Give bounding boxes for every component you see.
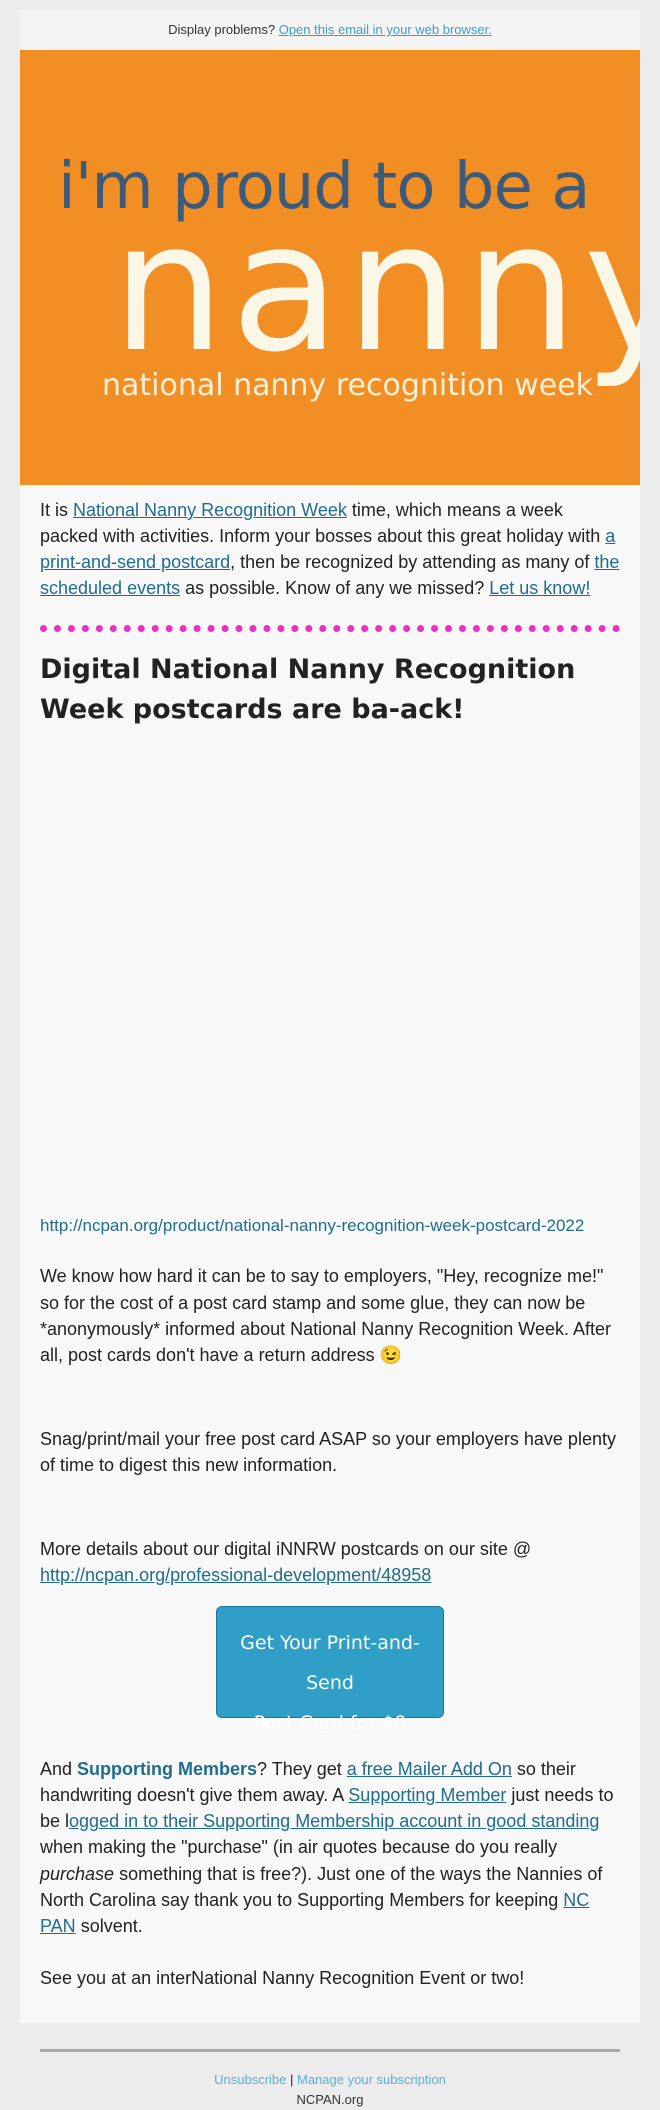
product-url-text[interactable]: http://ncpan.org/product/national-nanny-… <box>40 1214 620 1238</box>
cta-line-1: Get Your Print-and-Send <box>240 1632 420 1695</box>
sm-text-6: something that is free?). Just one of th… <box>40 1863 603 1910</box>
footer-divider <box>40 2048 620 2052</box>
cta-line-2: Post Card for $0 <box>253 1712 407 1735</box>
footer-separator: | <box>290 2071 294 2087</box>
snag-paragraph: Snag/print/mail your free post card ASAP… <box>40 1428 616 1475</box>
mailer-add-on-link[interactable]: a free Mailer Add On <box>347 1759 512 1779</box>
dotted-divider <box>40 625 620 633</box>
footer: Unsubscribe | Manage your subscription N… <box>40 2070 620 2110</box>
open-in-browser-link[interactable]: Open this email in your web browser. <box>279 22 492 37</box>
professional-development-link[interactable]: http://ncpan.org/professional-developmen… <box>40 1565 431 1585</box>
image-placeholder <box>40 729 620 1214</box>
section-heading: Digital National Nanny Recognition Week … <box>40 654 576 725</box>
anonymous-paragraph: We know how hard it can be to say to emp… <box>40 1266 611 1365</box>
more-details-text: More details about our digital iNNRW pos… <box>40 1539 532 1560</box>
display-problems-bar: Display problems? Open this email in you… <box>20 10 640 50</box>
purchase-emphasis: purchase <box>40 1863 115 1884</box>
display-problems-text: Display problems? <box>168 22 276 37</box>
hero-line-2: nanny. <box>112 184 640 391</box>
nnrw-link[interactable]: National Nanny Recognition Week <box>73 500 347 520</box>
intro-text-3: , then be recognized by attending as man… <box>230 552 595 573</box>
hero-banner-image: i'm proud to be a nanny. national nanny … <box>20 50 640 485</box>
unsubscribe-link[interactable]: Unsubscribe <box>214 2072 286 2087</box>
sm-text-7: solvent. <box>75 1915 143 1936</box>
email-body: It is National Nanny Recognition Week ti… <box>20 497 640 2110</box>
let-us-know-link[interactable]: Let us know! <box>489 578 590 598</box>
more-details-paragraph: More details about our digital iNNRW pos… <box>40 1536 620 1588</box>
manage-subscription-link[interactable]: Manage your subscription <box>297 2072 446 2087</box>
supporting-member-link[interactable]: Supporting Member <box>348 1785 506 1805</box>
sm-text-1: And <box>40 1759 78 1780</box>
intro-text-4: as possible. Know of any we missed? <box>180 578 490 599</box>
footer-org: NCPAN.org <box>296 2091 364 2107</box>
closing-paragraph: See you at an interNational Nanny Recogn… <box>40 1967 525 1988</box>
supporting-members-bold: Supporting Members <box>77 1759 258 1780</box>
logged-in-link[interactable]: ogged in to their Supporting Membership … <box>69 1811 599 1831</box>
intro-text-1: It is <box>40 500 74 520</box>
cta-wrapper: Get Your Print-and-Send Post Card for $0 <box>40 1606 620 1734</box>
get-postcard-button[interactable]: Get Your Print-and-Send Post Card for $0 <box>216 1606 444 1734</box>
sm-text-5: when making the "purchase" (in air quote… <box>40 1837 558 1858</box>
supporting-members-paragraph: And Supporting Members? They get a free … <box>40 1756 620 1939</box>
sm-text-2: ? They get <box>257 1759 347 1780</box>
hero-line-3: national nanny recognition week <box>102 368 594 403</box>
email-container: Display problems? Open this email in you… <box>20 10 640 2107</box>
intro-paragraph: It is National Nanny Recognition Week ti… <box>40 497 620 601</box>
